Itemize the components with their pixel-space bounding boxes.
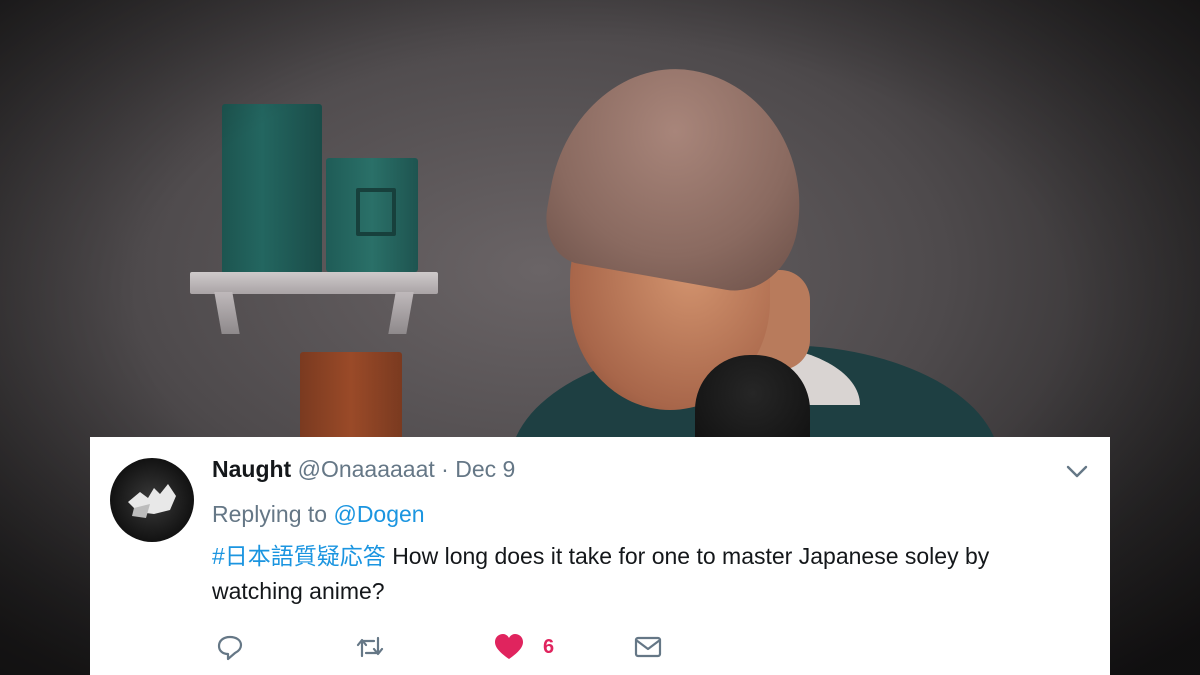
- retweet-icon[interactable]: [353, 631, 387, 663]
- replying-to-link[interactable]: @Dogen: [333, 501, 424, 527]
- replying-to-line: Replying to @Dogen: [212, 501, 425, 528]
- replying-prefix: Replying to: [212, 501, 328, 527]
- like-button[interactable]: 6: [493, 631, 554, 663]
- reply-icon[interactable]: [215, 631, 245, 663]
- tweet-date[interactable]: Dec 9: [455, 456, 515, 482]
- tweet-card: Naught @Onaaaaaat · Dec 9 Replying to @D…: [90, 437, 1110, 675]
- tweet-header: Naught @Onaaaaaat · Dec 9: [212, 456, 515, 483]
- display-name[interactable]: Naught: [212, 456, 291, 482]
- chevron-down-icon[interactable]: [1063, 458, 1091, 486]
- tweet-text: #日本語質疑応答 How long does it take for one t…: [212, 539, 1082, 609]
- user-handle[interactable]: @Onaaaaaat: [298, 456, 435, 482]
- avatar[interactable]: [110, 458, 194, 542]
- envelope-icon[interactable]: [633, 631, 663, 663]
- heart-icon: [495, 634, 523, 659]
- tweet-actions: 6: [90, 627, 1110, 667]
- separator-dot: ·: [441, 456, 449, 482]
- hashtag-link[interactable]: #日本語質疑応答: [212, 543, 386, 569]
- like-count: 6: [543, 635, 555, 658]
